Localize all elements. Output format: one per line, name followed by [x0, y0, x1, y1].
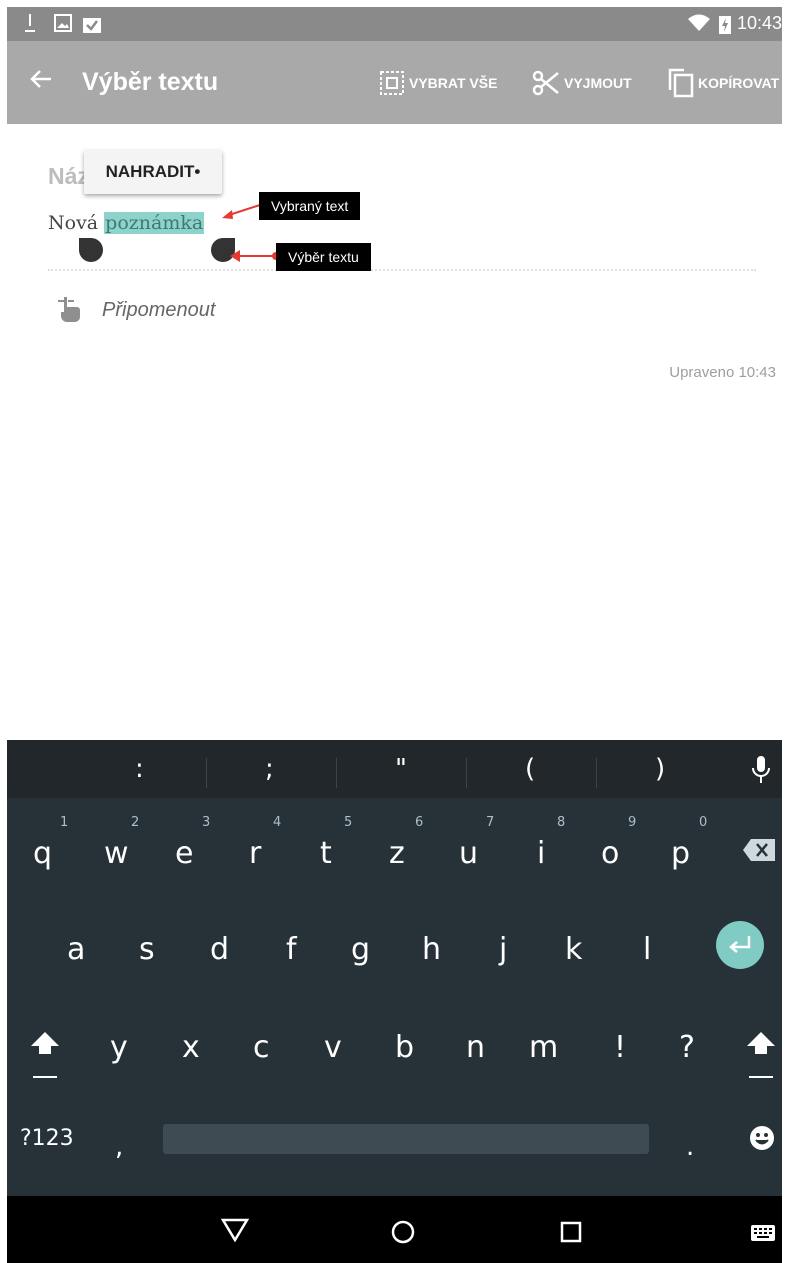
key-hint: 2	[131, 815, 140, 830]
navigation-bar	[7, 1196, 782, 1263]
divider	[48, 269, 756, 271]
key-o[interactable]: o	[601, 836, 619, 871]
key-hint: 7	[486, 815, 495, 830]
key-comma[interactable]: ,	[115, 1132, 123, 1162]
suggestion-close-paren[interactable]: )	[655, 754, 665, 784]
download-icon	[25, 14, 35, 32]
suggestion-strip: : ; " ( )	[7, 740, 782, 798]
symbols-key[interactable]: ?123	[20, 1126, 74, 1151]
key-u[interactable]: u	[459, 836, 478, 871]
key-v[interactable]: v	[324, 1030, 342, 1065]
key-h[interactable]: h	[422, 932, 441, 967]
callout-selected-text: Vybraný text	[259, 192, 361, 220]
home-circle-icon[interactable]	[391, 1220, 415, 1244]
callout-text-selection: Výběr textu	[276, 243, 371, 271]
key-w[interactable]: w	[104, 836, 129, 871]
key-l[interactable]: l	[643, 932, 651, 967]
replace-popup-label: NAHRADIT•	[105, 162, 201, 181]
key-hint: 3	[202, 815, 211, 830]
key-t[interactable]: t	[320, 836, 332, 871]
emoji-icon[interactable]	[749, 1125, 775, 1151]
key-d[interactable]: d	[210, 932, 229, 967]
key-g[interactable]: g	[351, 932, 370, 967]
key-k[interactable]: k	[565, 932, 582, 967]
key-x[interactable]: x	[182, 1030, 200, 1065]
backspace-icon[interactable]	[743, 839, 775, 861]
cut-label: VYJMOUT	[564, 75, 632, 91]
selection-start-handle[interactable]	[79, 238, 103, 262]
shift-right-icon[interactable]	[747, 1032, 775, 1080]
shift-left-icon[interactable]	[31, 1032, 59, 1080]
suggestion-semicolon[interactable]: ;	[265, 754, 274, 784]
key-hint: 9	[628, 815, 637, 830]
action-bar: Výběr textu VYBRAT VŠE VYJMOUT KOPÍROVAT	[7, 41, 782, 124]
copy-icon	[668, 68, 694, 98]
key-y[interactable]: y	[110, 1030, 128, 1065]
reminder-hand-icon	[58, 297, 80, 322]
edited-timestamp: Upraveno 10:43	[669, 364, 776, 381]
selected-text: poznámka	[104, 212, 205, 234]
scissors-icon	[532, 70, 559, 96]
suggestion-open-paren[interactable]: (	[525, 754, 535, 784]
key-m[interactable]: m	[529, 1030, 558, 1065]
suggestion-colon[interactable]: :	[135, 754, 144, 784]
status-bar: 10:43	[7, 7, 782, 41]
image-icon	[54, 14, 72, 32]
battery-charging-icon	[719, 16, 731, 34]
select-all-icon	[380, 71, 404, 95]
recents-square-icon[interactable]	[560, 1221, 582, 1243]
key-j[interactable]: j	[499, 932, 507, 967]
copy-label: KOPÍROVAT	[698, 75, 780, 91]
suggestion-separator	[466, 758, 467, 788]
note-title-field[interactable]: Náz	[48, 163, 89, 190]
microphone-icon[interactable]	[752, 756, 770, 784]
page-title: Výběr textu	[82, 68, 219, 96]
select-all-button[interactable]: VYBRAT VŠE	[379, 69, 497, 97]
enter-key[interactable]	[716, 921, 764, 969]
key-s[interactable]: s	[139, 932, 155, 967]
cut-button[interactable]: VYJMOUT	[532, 69, 632, 97]
space-bar[interactable]	[163, 1124, 649, 1154]
key-a[interactable]: a	[67, 932, 85, 967]
key-b[interactable]: b	[395, 1030, 414, 1065]
wifi-icon	[688, 14, 710, 31]
soft-keyboard: : ; " ( ) 1 2 3 4 5 6 7 8 9 0 q w e r t …	[7, 740, 782, 1196]
key-period[interactable]: .	[686, 1132, 694, 1162]
suggestion-quote[interactable]: "	[395, 754, 407, 784]
key-hint: 0	[699, 815, 708, 830]
key-question[interactable]: ?	[679, 1030, 695, 1065]
key-n[interactable]: n	[466, 1030, 485, 1065]
key-f[interactable]: f	[286, 932, 297, 967]
keyboard-switch-icon[interactable]	[750, 1224, 776, 1242]
back-arrow-icon[interactable]	[29, 67, 53, 91]
key-e[interactable]: e	[175, 836, 193, 871]
key-c[interactable]: c	[253, 1030, 270, 1065]
key-q[interactable]: q	[33, 836, 52, 871]
key-hint: 4	[273, 815, 282, 830]
key-hint: 5	[344, 815, 353, 830]
replace-popup-button[interactable]: NAHRADIT•	[84, 150, 222, 194]
copy-button[interactable]: KOPÍROVAT	[668, 68, 780, 98]
key-r[interactable]: r	[249, 836, 261, 871]
clipboard-check-icon	[83, 18, 101, 33]
key-hint: 1	[60, 815, 69, 830]
back-triangle-icon[interactable]	[221, 1218, 249, 1242]
select-all-label: VYBRAT VŠE	[409, 75, 498, 91]
suggestion-separator	[206, 758, 207, 788]
reminder-label[interactable]: Připomenout	[102, 299, 215, 322]
key-z[interactable]: z	[389, 836, 405, 871]
note-body-text[interactable]: Nová poznámka	[48, 212, 205, 234]
note-editor: Náz NAHRADIT• Nová poznámka Připomenout …	[7, 124, 782, 740]
clock: 10:43	[736, 13, 782, 33]
body-unselected-text: Nová	[48, 212, 105, 234]
key-hint: 6	[415, 815, 424, 830]
key-p[interactable]: p	[671, 836, 690, 871]
key-exclamation[interactable]: !	[614, 1030, 626, 1065]
key-i[interactable]: i	[537, 836, 545, 871]
suggestion-separator	[596, 758, 597, 788]
suggestion-separator	[336, 758, 337, 788]
key-hint: 8	[557, 815, 566, 830]
